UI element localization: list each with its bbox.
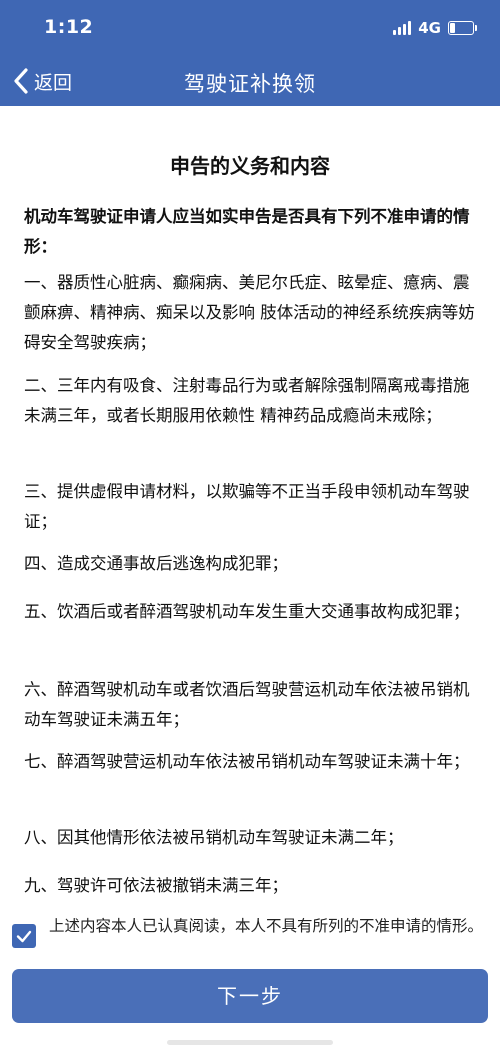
condition-item-4: 四、造成交通事故后逃逸构成犯罪； [24,554,288,573]
status-bar: 1:12 4G [0,0,500,56]
status-time: 1:12 [44,16,94,38]
agreement-row: 上述内容本人已认真阅读，本人不具有所列的不准申请的情形。 [12,916,488,964]
network-type-label: 4G [418,19,441,37]
page-title: 驾驶证补换领 [184,72,316,96]
battery-level [450,23,455,33]
condition-item-6: 六、醉酒驾驶机动车或者饮酒后驾驶营运机动车依法被吊销机动车驾驶证未满五年； [24,680,470,729]
checkmark-icon [12,924,36,948]
next-step-button[interactable]: 下一步 [12,969,488,1023]
section-title: 申告的义务和内容 [170,154,330,178]
condition-item-8: 八、因其他情形依法被吊销机动车驾驶证未满二年； [24,828,404,847]
condition-item-1: 一、器质性心脏病、癫痫病、美尼尔氏症、眩晕症、癔病、震颤麻痹、精神病、痴呆以及影… [24,273,475,352]
status-indicators: 4G [393,19,477,37]
condition-item-3: 三、提供虚假申请材料，以欺骗等不正当手段申领机动车驾驶证； [24,482,470,531]
battery-icon [448,21,477,35]
intro-text: 机动车驾驶证申请人应当如实申告是否具有下列不准申请的情形： [24,207,470,256]
condition-item-9: 九、驾驶许可依法被撤销未满三年； [24,876,288,895]
navigation-bar: 返回 驾驶证补换领 [0,56,500,106]
home-indicator [167,1040,333,1045]
agreement-checkbox[interactable] [12,924,36,948]
cellular-signal-icon [393,21,412,35]
condition-item-2: 二、三年内有吸食、注射毒品行为或者解除强制隔离戒毒措施未满三年，或者长期服用依赖… [24,376,470,425]
agreement-text: 上述内容本人已认真阅读，本人不具有所列的不准申请的情形。 [49,917,484,935]
condition-item-5: 五、饮酒后或者醉酒驾驶机动车发生重大交通事故构成犯罪； [24,602,470,621]
condition-item-7: 七、醉酒驾驶营运机动车依法被吊销机动车驾驶证未满十年； [24,752,470,771]
